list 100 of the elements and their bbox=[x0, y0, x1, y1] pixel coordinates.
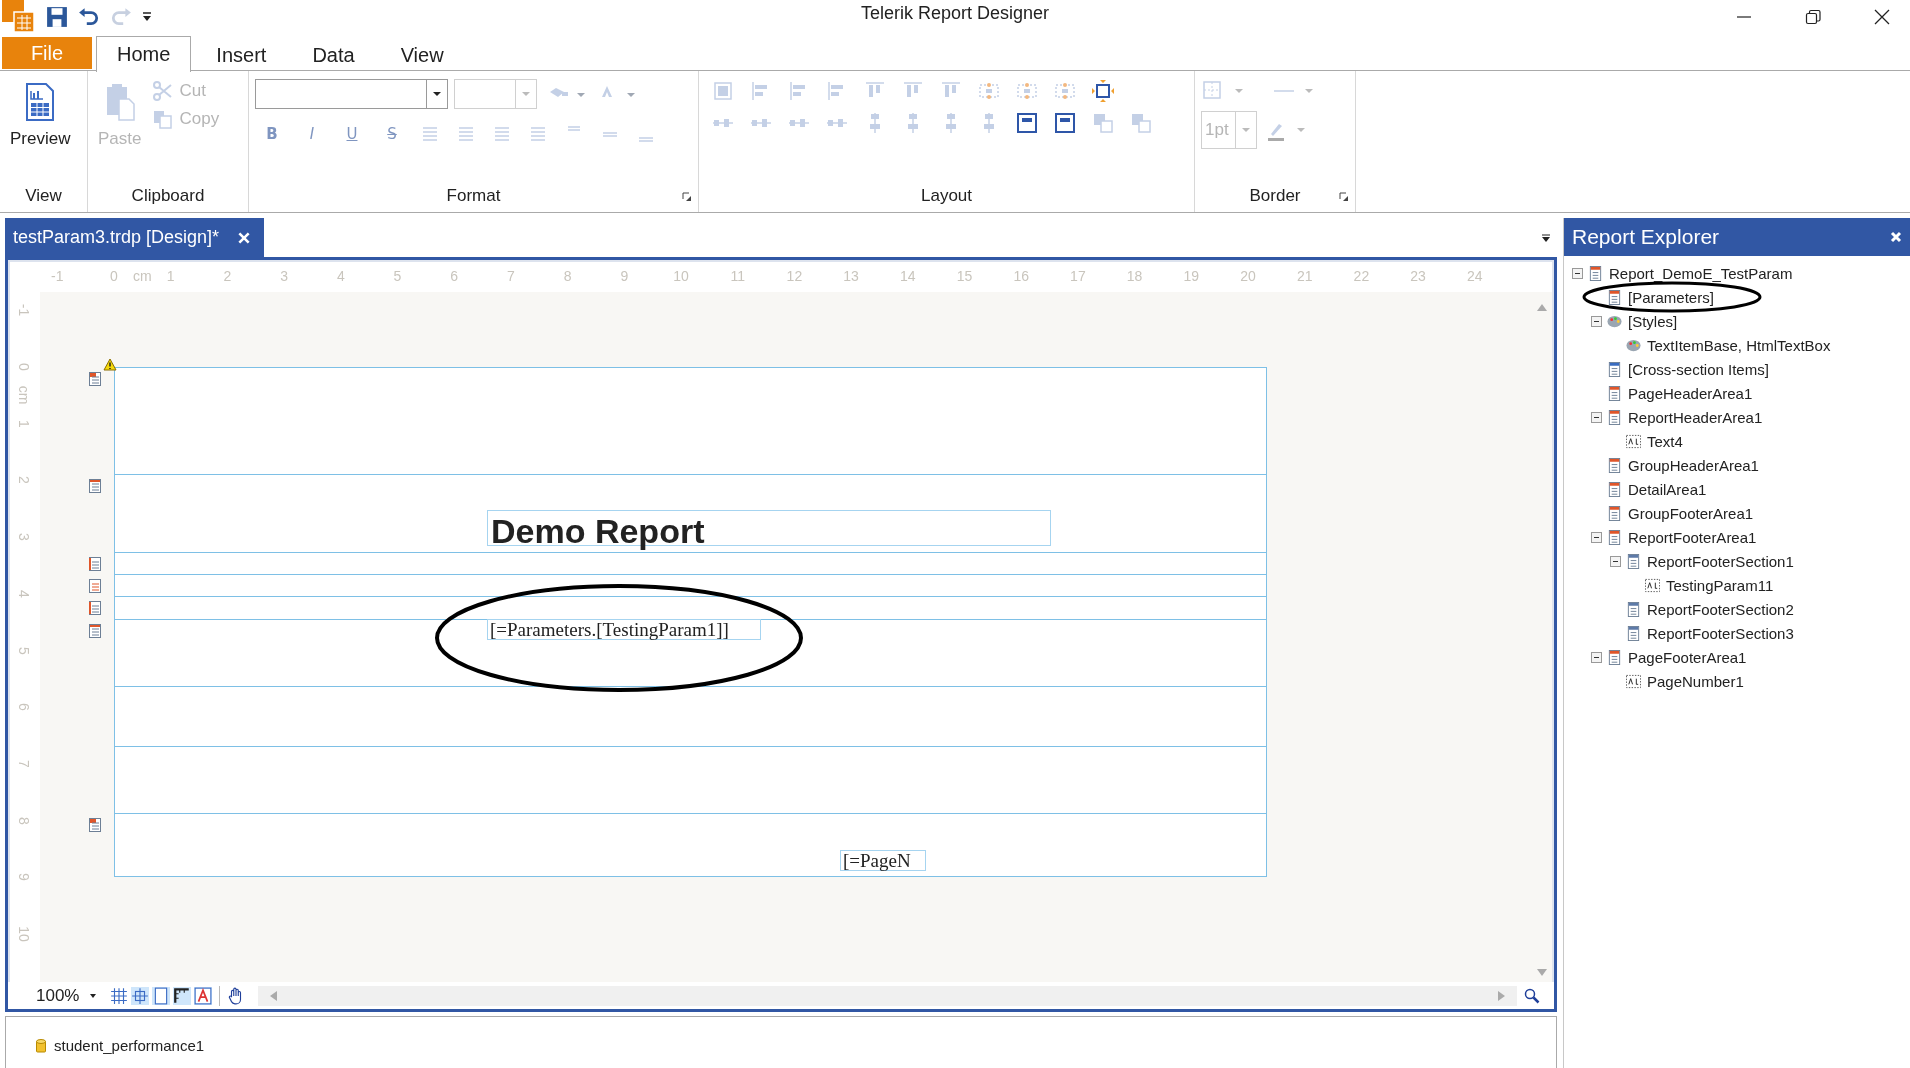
tree-item[interactable]: GroupHeaderArea1 bbox=[1628, 456, 1759, 474]
window-title: Telerik Report Designer bbox=[860, 3, 1050, 24]
scroll-up-icon[interactable] bbox=[1536, 302, 1548, 312]
ruler-label: 10 bbox=[672, 268, 690, 284]
ruler-label: 6 bbox=[449, 268, 460, 284]
ruler-label: 3 bbox=[15, 532, 33, 543]
preview-button[interactable]: Preview bbox=[6, 79, 75, 186]
dialog-launcher-icon[interactable] bbox=[1339, 192, 1349, 202]
collapse-toggle-icon[interactable] bbox=[1572, 267, 1583, 279]
tree-item[interactable]: PageNumber1 bbox=[1647, 672, 1744, 690]
band-icon[interactable] bbox=[89, 557, 101, 571]
text-tool-icon[interactable] bbox=[194, 986, 213, 1005]
text-align-icon[interactable] bbox=[528, 124, 548, 144]
ruler-label: 1 bbox=[165, 268, 176, 284]
scroll-right-icon[interactable] bbox=[1497, 989, 1507, 1002]
band-icon[interactable] bbox=[89, 479, 101, 493]
tree-item[interactable]: ReportFooterSection2 bbox=[1647, 600, 1794, 618]
band-icon[interactable] bbox=[89, 601, 101, 615]
collapse-toggle-icon[interactable] bbox=[1610, 555, 1621, 567]
collapse-toggle-icon[interactable] bbox=[1591, 531, 1602, 543]
section-icon bbox=[1626, 625, 1641, 641]
ruler-label: 4 bbox=[335, 268, 346, 284]
menu-tab[interactable]: Home bbox=[96, 35, 192, 72]
ruler-label: 2 bbox=[15, 475, 33, 487]
section-icon bbox=[1607, 385, 1622, 401]
tree-item[interactable]: Report_DemoE_TestParam bbox=[1609, 264, 1793, 282]
caret-icon bbox=[432, 91, 442, 97]
ruler-label: 7 bbox=[15, 759, 33, 770]
collapse-toggle-icon[interactable] bbox=[1591, 411, 1602, 423]
zoom-icon[interactable] bbox=[1524, 987, 1540, 1004]
group-label: View bbox=[25, 186, 62, 206]
band-icon[interactable] bbox=[89, 624, 101, 638]
scissors-icon bbox=[153, 81, 174, 101]
caret-icon bbox=[89, 992, 98, 999]
tree-item[interactable]: ReportFooterSection3 bbox=[1647, 624, 1794, 642]
section-icon bbox=[1626, 601, 1641, 617]
page-icon[interactable] bbox=[152, 986, 171, 1005]
copy-icon bbox=[153, 109, 174, 129]
menu-tab[interactable]: View bbox=[379, 37, 465, 72]
band-icon[interactable] bbox=[89, 818, 101, 832]
text-align-icon[interactable] bbox=[420, 124, 440, 144]
tree-item[interactable]: Text4 bbox=[1647, 432, 1683, 450]
group-label: Layout bbox=[920, 186, 972, 206]
font-name-dropdown[interactable] bbox=[255, 79, 448, 109]
group-label: Clipboard bbox=[131, 186, 205, 206]
ruler-label: -1 bbox=[50, 268, 65, 284]
font-size-dropdown[interactable] bbox=[454, 79, 537, 109]
report-textbox[interactable]: [=PageN bbox=[840, 850, 926, 871]
ruler-label: 14 bbox=[899, 268, 917, 284]
close-icon[interactable] bbox=[1874, 9, 1890, 25]
collapse-toggle-icon[interactable] bbox=[1591, 651, 1602, 663]
menu-tab[interactable]: Insert bbox=[195, 37, 288, 72]
save-icon[interactable] bbox=[46, 6, 68, 28]
alignment-icon[interactable] bbox=[1091, 79, 1115, 103]
tree-item[interactable]: ReportFooterSection1 bbox=[1647, 552, 1794, 570]
text-align-icon[interactable] bbox=[492, 124, 512, 144]
band-icon[interactable] bbox=[89, 579, 101, 593]
scroll-left-icon[interactable] bbox=[268, 989, 279, 1002]
ruler-label: 6 bbox=[15, 702, 33, 714]
caret-icon bbox=[1241, 127, 1251, 133]
dialog-launcher-icon[interactable] bbox=[682, 192, 692, 202]
zoom-dropdown[interactable]: 100% bbox=[36, 985, 102, 1006]
document-tab[interactable]: testParam3.trdp [Design]* bbox=[5, 218, 264, 257]
undo-icon[interactable] bbox=[78, 6, 100, 28]
tree-item[interactable]: PageHeaderArea1 bbox=[1628, 384, 1753, 402]
section-icon bbox=[1607, 505, 1622, 521]
group-label: Border bbox=[1249, 186, 1301, 206]
tree-item[interactable]: ReportFooterArea1 bbox=[1628, 528, 1757, 546]
snap-icon[interactable] bbox=[131, 986, 150, 1005]
section-icon bbox=[1607, 361, 1622, 377]
ruler-label: 17 bbox=[1069, 268, 1087, 284]
textbox-icon bbox=[1645, 577, 1660, 593]
tree-item[interactable]: TextItemBase, HtmlTextBox bbox=[1647, 336, 1831, 354]
restore-icon[interactable] bbox=[1805, 9, 1821, 25]
grid-icon[interactable] bbox=[110, 986, 129, 1005]
menu-tab[interactable]: Data bbox=[291, 37, 376, 72]
report-icon bbox=[25, 83, 56, 121]
section-icon bbox=[1607, 649, 1622, 665]
tab-list-caret-icon[interactable] bbox=[1541, 232, 1551, 243]
tree-item[interactable]: ReportHeaderArea1 bbox=[1628, 408, 1763, 426]
tree-item[interactable]: [Cross-section Items] bbox=[1628, 360, 1769, 378]
customize-caret-icon[interactable] bbox=[142, 11, 152, 23]
palette-icon bbox=[1607, 313, 1622, 329]
tree-item[interactable]: [Styles] bbox=[1628, 312, 1678, 330]
ruler-icon[interactable] bbox=[173, 986, 192, 1005]
tree-item[interactable]: GroupFooterArea1 bbox=[1628, 504, 1754, 522]
tree-item[interactable]: PageFooterArea1 bbox=[1628, 648, 1747, 666]
ruler-unit: cm bbox=[132, 268, 153, 284]
report-textbox[interactable]: [=Parameters.[TestingParam1]] bbox=[487, 619, 761, 640]
ruler-label: 4 bbox=[15, 588, 33, 600]
ruler-label: 24 bbox=[1466, 268, 1484, 284]
ruler-label: 23 bbox=[1409, 268, 1427, 284]
collapse-toggle-icon[interactable] bbox=[1591, 315, 1602, 327]
text-align-icon[interactable] bbox=[456, 124, 476, 144]
redo-icon[interactable] bbox=[110, 6, 132, 28]
tree-item[interactable]: DetailArea1 bbox=[1628, 480, 1707, 498]
scroll-down-icon[interactable] bbox=[1536, 968, 1548, 978]
ruler-label: 8 bbox=[562, 268, 573, 284]
tree-item[interactable]: TestingParam11 bbox=[1666, 576, 1774, 594]
band-icon[interactable] bbox=[89, 372, 101, 386]
